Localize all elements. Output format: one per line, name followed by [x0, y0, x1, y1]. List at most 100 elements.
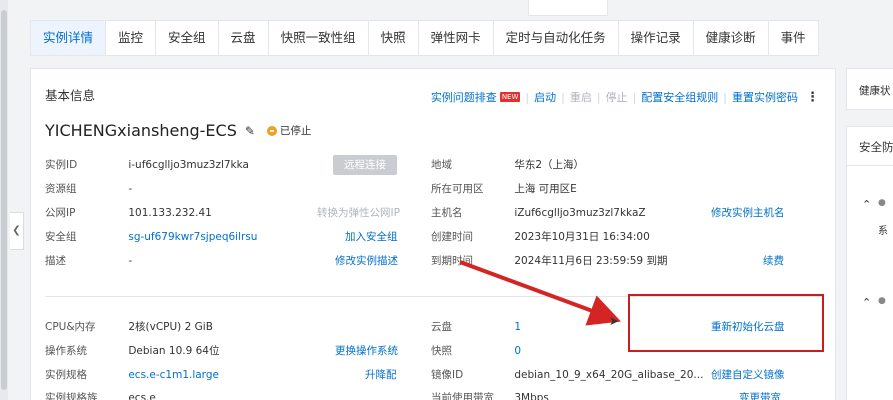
- shield-icon: ●: [878, 198, 886, 208]
- restart-button[interactable]: 重启: [570, 89, 592, 105]
- field-label: 地域: [431, 159, 452, 171]
- region-value: 华东2（上海）: [514, 159, 585, 171]
- resource-group-value: -: [128, 183, 133, 195]
- field-cpu-memory: CPU&内存 2核(vCPU) 2 GiB: [45, 319, 213, 334]
- chevron-left-icon: ❮: [12, 225, 21, 236]
- tab-monitor[interactable]: 监控: [106, 21, 157, 55]
- disk-count-link[interactable]: 1: [514, 321, 521, 333]
- new-badge: NEW: [499, 92, 521, 102]
- tab-overflow-popover: [528, 0, 608, 16]
- field-label: 所在可用区: [431, 183, 484, 195]
- instance-spec-link[interactable]: ecs.e-c1m1.large: [128, 369, 219, 381]
- chevron-up-icon[interactable]: ⌃: [862, 296, 871, 309]
- instance-name-row: YICHENGxiansheng-ECS ✎ 已停止: [45, 121, 311, 140]
- zone-value: 上海 可用区E: [514, 183, 577, 195]
- field-label: 实例ID: [45, 159, 78, 171]
- field-label: 资源组: [45, 183, 77, 195]
- tab-events[interactable]: 事件: [769, 21, 818, 55]
- os-value: Debian 10.9 64位: [128, 345, 220, 357]
- tab-cloud-disk[interactable]: 云盘: [219, 21, 269, 55]
- tab-scheduled-tasks[interactable]: 定时与自动化任务: [494, 21, 619, 55]
- created-value: 2023年10月31日 16:34:00: [514, 231, 650, 243]
- tab-health-diagnosis[interactable]: 健康诊断: [694, 21, 769, 55]
- config-sg-rule-link[interactable]: 配置安全组规则: [641, 89, 718, 105]
- basic-info-card: 基本信息 实例问题排查 NEW | 启动 | 重启 | 停止 | 配置安全组规则…: [30, 68, 836, 400]
- action-separator: |: [525, 90, 530, 104]
- field-region: 地域 华东2（上海）: [431, 157, 584, 172]
- upgrade-downgrade-link[interactable]: 升降配: [365, 367, 397, 382]
- image-value: debian_10_9_x64_20G_alibase_20...: [514, 369, 704, 381]
- start-button[interactable]: 启动: [534, 89, 556, 105]
- edit-hostname-link[interactable]: 修改实例主机名: [711, 205, 785, 220]
- expires-value: 2024年11月6日 23:59:59 到期: [514, 255, 668, 267]
- tab-eni[interactable]: 弹性网卡: [419, 21, 494, 55]
- left-scrollbar-thumb[interactable]: [1, 10, 7, 390]
- field-security-group: 安全组 sg-uf679kwr7sjpeq6ilrsu: [45, 229, 257, 244]
- change-os-link[interactable]: 更换操作系统: [335, 343, 398, 358]
- edit-description-link[interactable]: 修改实例描述: [335, 253, 398, 268]
- instance-actions: 实例问题排查 NEW | 启动 | 重启 | 停止 | 配置安全组规则 | 重置…: [431, 89, 819, 105]
- basic-info-title: 基本信息: [45, 88, 96, 103]
- action-separator: |: [632, 90, 637, 104]
- security-card-title: 安全防: [859, 140, 893, 154]
- field-description: 描述 -: [45, 253, 132, 268]
- field-public-ip: 公网IP 101.133.232.41: [45, 205, 212, 220]
- more-vertical-icon[interactable]: ⋮: [806, 91, 819, 104]
- create-image-link[interactable]: 创建自定义镜像: [711, 367, 785, 382]
- remote-connect-button[interactable]: 远程连接: [333, 155, 397, 175]
- field-spec-family: 实例规格族 ecs.e: [45, 390, 156, 400]
- security-text: 系: [878, 226, 888, 237]
- security-group-link[interactable]: sg-uf679kwr7sjpeq6ilrsu: [128, 231, 257, 243]
- tab-instance-detail[interactable]: 实例详情: [31, 21, 107, 55]
- field-expires: 到期时间 2024年11月6日 23:59:59 到期: [431, 253, 667, 268]
- field-snapshot: 快照 0: [431, 343, 521, 358]
- snapshot-count-link[interactable]: 0: [514, 345, 521, 357]
- status-badge: 已停止: [266, 123, 311, 138]
- field-instance-id: 实例ID i-uf6cglljo3muz3zl7kka: [45, 157, 249, 172]
- field-label: 操作系统: [45, 345, 87, 357]
- field-hostname: 主机名 iZuf6cglljo3muz3zl7kkaZ: [431, 205, 646, 220]
- field-label: 实例规格: [45, 369, 87, 381]
- detail-tabs: 实例详情 监控 安全组 云盘 快照一致性组 快照 弹性网卡 定时与自动化任务 操…: [30, 20, 819, 56]
- tab-snapshot-consistency[interactable]: 快照一致性组: [269, 21, 369, 55]
- field-bandwidth: 当前使用带宽 3Mbps: [431, 390, 549, 400]
- field-label: 安全组: [45, 231, 77, 243]
- health-status-title: 健康状: [859, 85, 891, 97]
- bandwidth-value: 3Mbps: [514, 392, 549, 400]
- action-separator: |: [723, 90, 727, 104]
- security-card: 安全防: [846, 126, 893, 400]
- field-os: 操作系统 Debian 10.9 64位: [45, 343, 219, 358]
- join-security-group-link[interactable]: 加入安全组: [345, 229, 398, 244]
- stop-button[interactable]: 停止: [606, 89, 628, 105]
- shield-icon: ●: [878, 296, 886, 306]
- collapse-left-handle[interactable]: ❮: [10, 212, 24, 250]
- renew-link[interactable]: 续费: [763, 253, 784, 268]
- action-separator: |: [561, 90, 565, 104]
- annotation-highlight-box: [628, 294, 824, 352]
- tab-snapshot[interactable]: 快照: [369, 21, 419, 55]
- action-separator: |: [596, 90, 601, 104]
- spec-family-value: ecs.e: [128, 392, 156, 400]
- change-bandwidth-link[interactable]: 变更带宽: [739, 390, 781, 400]
- reset-password-link[interactable]: 重置实例密码: [732, 89, 798, 105]
- edit-pencil-icon[interactable]: ✎: [245, 124, 255, 138]
- field-label: 创建时间: [431, 231, 473, 243]
- field-label: 镜像ID: [431, 369, 464, 381]
- description-value: -: [128, 255, 133, 267]
- field-label: 快照: [431, 345, 452, 357]
- field-image: 镜像ID debian_10_9_x64_20G_alibase_20...: [431, 367, 703, 382]
- instance-name: YICHENGxiansheng-ECS: [45, 121, 237, 140]
- convert-eip-link[interactable]: 转换为弹性公网IP: [317, 205, 400, 220]
- field-label: 实例规格族: [45, 392, 98, 400]
- field-zone: 所在可用区 上海 可用区E: [431, 181, 577, 196]
- left-scrollbar[interactable]: [0, 0, 8, 400]
- field-resource-group: 资源组 -: [45, 181, 132, 196]
- field-label: 到期时间: [431, 255, 473, 267]
- chevron-up-icon[interactable]: ⌃: [862, 198, 871, 211]
- cpu-memory-value: 2核(vCPU) 2 GiB: [128, 321, 213, 333]
- hostname-value: iZuf6cglljo3muz3zl7kkaZ: [514, 207, 646, 219]
- tab-operation-log[interactable]: 操作记录: [619, 21, 694, 55]
- tab-security-group[interactable]: 安全组: [156, 21, 219, 55]
- field-created: 创建时间 2023年10月31日 16:34:00: [431, 229, 650, 244]
- troubleshoot-link[interactable]: 实例问题排查: [431, 89, 497, 105]
